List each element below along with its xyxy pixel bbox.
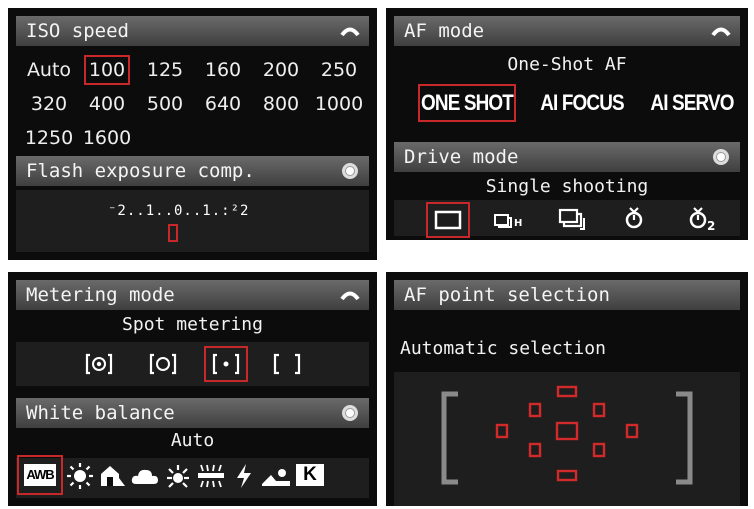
iso-option-125[interactable]: 125 (136, 54, 194, 86)
af-point-center (555, 421, 579, 441)
af-drive-panel: AF mode One-Shot AF ONE SHOT AI FOCUS AI… (386, 8, 748, 240)
af-point-left (495, 423, 509, 439)
eyebrow-arc-icon (340, 291, 360, 301)
continuous-high-icon[interactable]: H (494, 208, 526, 232)
flash-icon[interactable] (234, 462, 254, 490)
af-point-lower-left (528, 442, 542, 458)
awb-label: AWB (26, 467, 54, 482)
iso-option-640[interactable]: 640 (194, 88, 252, 120)
eyebrow-arc-icon (340, 27, 360, 37)
iso-option-1600[interactable]: 1600 (78, 122, 136, 154)
iso-option-auto[interactable]: Auto (20, 54, 78, 86)
white-balance-title: White balance (26, 402, 175, 424)
dial-icon (342, 405, 358, 421)
metering-icon-strip (16, 342, 369, 386)
drive-mode-title: Drive mode (404, 146, 519, 168)
metering-mode-title: Metering mode (26, 284, 175, 306)
viewfinder-right-bracket (676, 391, 693, 485)
white-balance-current: Auto (170, 430, 215, 451)
iso-option-250[interactable]: 250 (310, 54, 368, 86)
eyebrow-arc-icon (711, 27, 731, 37)
drive-mode-header[interactable]: Drive mode (394, 142, 740, 172)
iso-option-800[interactable]: 800 (252, 88, 310, 120)
viewfinder-left-bracket (441, 391, 458, 485)
iso-option-200[interactable]: 200 (252, 54, 310, 86)
cloudy-icon[interactable] (130, 464, 160, 488)
svg-text:2: 2 (707, 219, 715, 232)
iso-option-1250[interactable]: 1250 (20, 122, 78, 154)
iso-option-400[interactable]: 400 (78, 88, 136, 120)
iso-option-500[interactable]: 500 (136, 88, 194, 120)
custom-wb-icon[interactable] (260, 462, 292, 490)
continuous-low-icon[interactable] (558, 206, 588, 232)
dial-icon (342, 163, 358, 179)
self-timer-2s-icon[interactable]: 2 (686, 204, 722, 232)
dial-icon (713, 149, 729, 165)
metering-mode-header[interactable]: Metering mode (16, 280, 369, 310)
spot-metering-icon[interactable] (211, 352, 241, 376)
iso-speed-title: ISO speed (26, 20, 129, 42)
af-mode-selection (418, 84, 516, 122)
af-point-lower-right (592, 442, 606, 458)
center-weighted-metering-icon[interactable] (272, 352, 302, 376)
iso-option-320[interactable]: 320 (20, 88, 78, 120)
svg-text:H: H (514, 218, 522, 229)
flash-comp-title: Flash exposure comp. (26, 160, 255, 182)
af-point-upper-right (592, 402, 606, 418)
af-mode-title: AF mode (404, 20, 485, 42)
flash-comp-header[interactable]: Flash exposure comp. (16, 156, 369, 186)
iso-option-160[interactable]: 160 (194, 54, 252, 86)
kelvin-label: K (303, 464, 317, 485)
af-point-header[interactable]: AF point selection (394, 280, 740, 310)
shade-icon[interactable] (98, 462, 126, 490)
af-mode-current: One-Shot AF (507, 54, 627, 75)
evaluative-metering-icon[interactable] (84, 352, 114, 376)
metering-mode-current: Spot metering (122, 314, 263, 335)
af-point-top (556, 385, 578, 398)
flash-comp-scale[interactable]: ⁻2..1..0..1.:²2 (108, 203, 249, 219)
awb-icon[interactable]: AWB (24, 464, 56, 486)
af-point-panel: AF point selection Automatic selection (386, 272, 748, 506)
kelvin-icon[interactable]: K (296, 464, 324, 486)
iso-option-1000[interactable]: 1000 (310, 88, 368, 120)
tungsten-icon[interactable] (164, 462, 192, 490)
drive-mode-current: Single shooting (485, 176, 649, 197)
af-point-current: Automatic selection (400, 338, 606, 359)
af-point-diagram (441, 385, 693, 485)
af-mode-ai-servo[interactable]: AI SERVO (647, 84, 736, 122)
af-mode-header[interactable]: AF mode (394, 16, 740, 46)
af-point-bottom (556, 469, 578, 482)
af-point-title: AF point selection (404, 284, 610, 306)
self-timer-10s-icon[interactable] (622, 204, 648, 232)
single-frame-icon[interactable] (434, 208, 462, 232)
daylight-icon[interactable] (66, 462, 94, 490)
white-balance-header[interactable]: White balance (16, 398, 369, 428)
flash-comp-scale-area (16, 190, 369, 252)
iso-speed-header[interactable]: ISO speed (16, 16, 369, 46)
fluorescent-icon[interactable] (196, 462, 226, 490)
af-point-upper-left (528, 402, 542, 418)
partial-metering-icon[interactable] (148, 352, 178, 376)
af-mode-ai-focus[interactable]: AI FOCUS (536, 84, 629, 122)
iso-selection (84, 55, 130, 85)
iso-flash-panel: ISO speed Auto 100 125 160 200 250 320 400 500 64… (8, 8, 377, 260)
flash-comp-cursor[interactable] (168, 224, 178, 242)
af-point-right (625, 423, 639, 439)
